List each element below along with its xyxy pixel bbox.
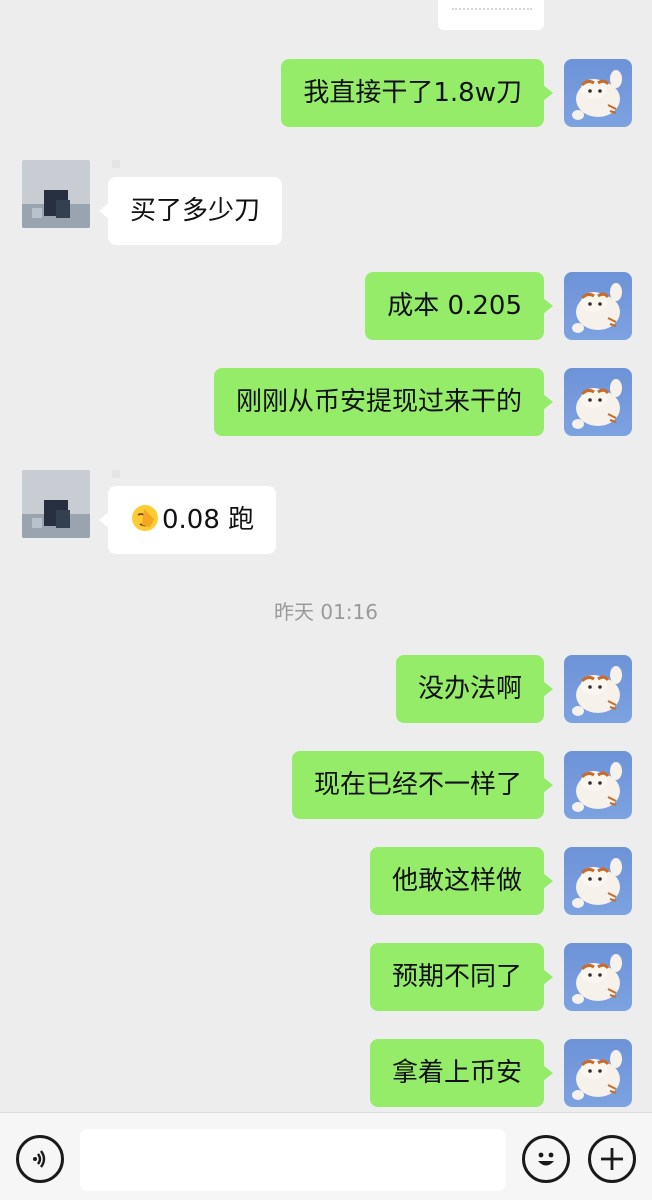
facepalm-emoji-icon	[130, 491, 160, 531]
chat-message-list[interactable]: 我直接干了1.8w刀 买了多少刀 成本 0.205 刚刚从币安提现过来干的 0.…	[0, 0, 652, 1112]
my-avatar[interactable]	[564, 943, 632, 1011]
my-avatar[interactable]	[564, 751, 632, 819]
my-avatar[interactable]	[564, 368, 632, 436]
contact-message-bubble[interactable]: 0.08 跑	[98, 486, 277, 554]
contact-avatar[interactable]	[22, 160, 90, 228]
message-input[interactable]	[80, 1129, 506, 1191]
contact-avatar[interactable]	[22, 470, 90, 538]
my-message-bubble[interactable]: 我直接干了1.8w刀	[281, 59, 553, 127]
my-message-bubble[interactable]: 刚刚从币安提现过来干的	[213, 368, 554, 436]
my-avatar[interactable]	[564, 59, 632, 127]
timestamp: 昨天 01:16	[274, 600, 378, 624]
chat-input-bar	[0, 1112, 652, 1200]
emoji-icon[interactable]	[522, 1135, 570, 1183]
my-avatar[interactable]	[564, 1039, 632, 1107]
my-message-bubble[interactable]: 他敢这样做	[369, 847, 554, 915]
my-message-bubble[interactable]: 成本 0.205	[365, 272, 553, 340]
message-text: 0.08 跑	[162, 505, 255, 535]
blurred-name-mark	[112, 470, 120, 478]
my-avatar[interactable]	[564, 272, 632, 340]
my-message-bubble[interactable]: 拿着上币安	[369, 1039, 554, 1107]
partial-message-bubble	[438, 0, 544, 30]
my-message-bubble[interactable]: 现在已经不一样了	[291, 751, 554, 819]
voice-icon[interactable]	[16, 1135, 64, 1183]
my-message-bubble[interactable]: 没办法啊	[395, 655, 554, 723]
my-avatar[interactable]	[564, 847, 632, 915]
my-message-bubble[interactable]: 预期不同了	[369, 943, 554, 1011]
blurred-name-mark	[112, 160, 120, 168]
plus-icon[interactable]	[588, 1135, 636, 1183]
my-avatar[interactable]	[564, 655, 632, 723]
contact-message-bubble[interactable]: 买了多少刀	[98, 177, 283, 245]
